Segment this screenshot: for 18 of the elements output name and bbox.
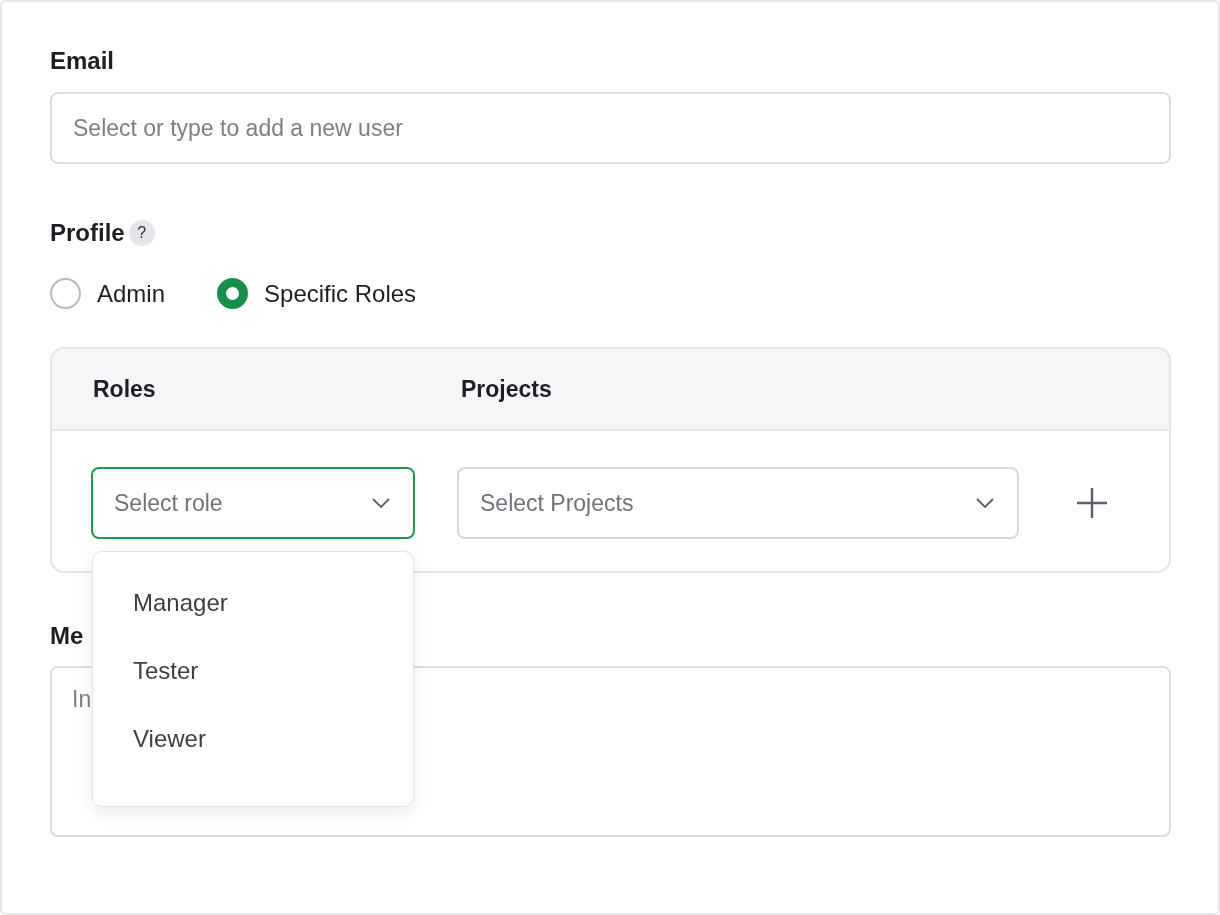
column-header: Roles: [93, 375, 157, 403]
chevron-icon: [975, 497, 995, 509]
menu-item[interactable]: Viewer: [133, 706, 206, 774]
role-select[interactable]: Select role: [91, 467, 415, 539]
email-field[interactable]: Select or type to add a new user: [50, 92, 1171, 164]
add-icon[interactable]: [1076, 487, 1108, 519]
chevron-icon: [371, 497, 391, 509]
radio-option[interactable]: Specific Roles: [217, 278, 417, 309]
field-label: Email: [50, 46, 116, 76]
field-label: Me: [50, 621, 85, 651]
radio-label: Specific Roles: [264, 279, 417, 308]
projects-select[interactable]: Select Projects: [457, 467, 1019, 539]
menu-item[interactable]: Manager: [133, 570, 228, 638]
help-icon[interactable]: ?: [128, 220, 155, 246]
field-label: Profile: [50, 218, 125, 248]
radio-label: Admin: [97, 279, 166, 308]
column-header: Projects: [461, 375, 552, 403]
radio-option[interactable]: Admin: [50, 278, 166, 309]
